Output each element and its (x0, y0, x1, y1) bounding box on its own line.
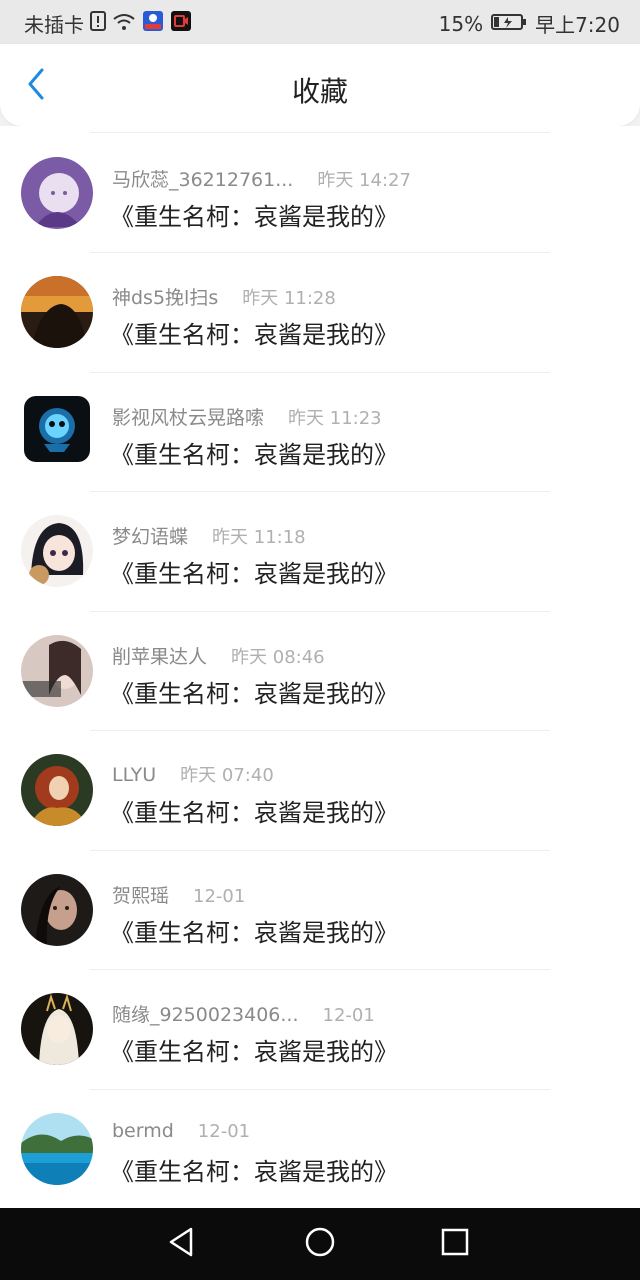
username[interactable]: bermd (112, 1120, 174, 1142)
carrier-text: 未插卡 (24, 13, 84, 37)
username[interactable]: 神ds5挽l扫s (112, 287, 218, 309)
system-nav-bar (0, 1208, 640, 1280)
page-title: 收藏 (291, 75, 348, 108)
username[interactable]: 削苹果达人 (112, 646, 207, 668)
novel-title[interactable]: 《重生名柯：哀酱是我的》 (110, 913, 398, 948)
novel-title[interactable]: 《重生名柯：哀酱是我的》 (110, 1032, 398, 1067)
avatar[interactable] (21, 515, 93, 587)
square-recents-icon (440, 1227, 470, 1261)
avatar[interactable] (21, 1112, 93, 1185)
top-nav-bar: 收藏 (0, 44, 640, 126)
username[interactable]: 随缘_9250023406... (112, 1004, 299, 1026)
novel-title[interactable]: 《重生名柯：哀酱是我的》 (110, 674, 398, 709)
avatar[interactable] (21, 634, 93, 707)
home-nav-button[interactable] (298, 1222, 342, 1266)
app-notification-icon (142, 10, 164, 37)
status-bar: 未插卡 15% 早上7:20 (0, 0, 640, 44)
novel-title[interactable]: 《重生名柯：哀酱是我的》 (110, 1152, 398, 1187)
back-nav-button[interactable] (160, 1222, 204, 1266)
list-item[interactable]: 神ds5挽l扫s 昨天 11:28 《重生名柯：哀酱是我的》 (0, 253, 640, 373)
sim-alert-icon (90, 11, 106, 36)
avatar[interactable] (24, 395, 90, 462)
list-item[interactable]: 随缘_9250023406... 12-01 《重生名柯：哀酱是我的》 (0, 970, 640, 1090)
username[interactable]: 马欣蕊_36212761... (112, 169, 293, 191)
triangle-back-icon (167, 1226, 197, 1262)
timestamp: 昨天 11:28 (242, 288, 336, 309)
avatar[interactable] (21, 157, 93, 229)
list-item[interactable]: 梦幻语蝶 昨天 11:18 《重生名柯：哀酱是我的》 (0, 492, 640, 612)
novel-title[interactable]: 《重生名柯：哀酱是我的》 (110, 554, 398, 589)
timestamp: 昨天 11:18 (212, 527, 306, 548)
circle-home-icon (304, 1226, 336, 1262)
novel-title[interactable]: 《重生名柯：哀酱是我的》 (110, 793, 398, 828)
timestamp: 12-01 (322, 1005, 375, 1026)
timestamp: 12-01 (193, 885, 246, 907)
wifi-icon (112, 12, 136, 36)
battery-percent: 15% (438, 11, 484, 36)
screen-record-icon (170, 10, 192, 37)
list-item[interactable]: 影视风杖云晃路嗦 昨天 11:23 《重生名柯：哀酱是我的》 (0, 373, 640, 492)
list-item[interactable]: 削苹果达人 昨天 08:46 《重生名柯：哀酱是我的》 (0, 612, 640, 731)
recents-nav-button[interactable] (433, 1222, 477, 1266)
avatar[interactable] (21, 993, 93, 1065)
username[interactable]: 梦幻语蝶 (112, 526, 188, 548)
list-item[interactable]: LLYU 昨天 07:40 《重生名柯：哀酱是我的》 (0, 731, 640, 851)
novel-title[interactable]: 《重生名柯：哀酱是我的》 (110, 315, 398, 350)
username[interactable]: LLYU (112, 764, 156, 786)
list-item[interactable]: bermd 12-01 《重生名柯：哀酱是我的》 (0, 1090, 640, 1209)
avatar[interactable] (21, 873, 93, 946)
username[interactable]: 贺熙瑶 (112, 885, 169, 907)
clock-text: 早上7:20 (535, 13, 620, 37)
timestamp: 12-01 (197, 1120, 251, 1142)
novel-title[interactable]: 《重生名柯：哀酱是我的》 (110, 435, 398, 470)
battery-charging-icon (491, 12, 527, 36)
timestamp: 昨天 08:46 (231, 646, 325, 668)
timestamp: 昨天 11:23 (288, 407, 382, 429)
list-item[interactable]: 贺熙瑶 12-01 《重生名柯：哀酱是我的》 (0, 851, 640, 970)
timestamp: 昨天 07:40 (180, 765, 274, 786)
avatar[interactable] (21, 276, 93, 348)
avatar[interactable] (21, 754, 93, 826)
favorites-list: 马欣蕊_36212761... 昨天 14:27 《重生名柯：哀酱是我的》 神ds… (0, 126, 640, 1208)
novel-title[interactable]: 《重生名柯：哀酱是我的》 (110, 197, 398, 232)
username[interactable]: 影视风杖云晃路嗦 (112, 407, 264, 429)
list-item[interactable]: 马欣蕊_36212761... 昨天 14:27 《重生名柯：哀酱是我的》 (0, 126, 640, 253)
timestamp: 昨天 14:27 (317, 170, 411, 191)
